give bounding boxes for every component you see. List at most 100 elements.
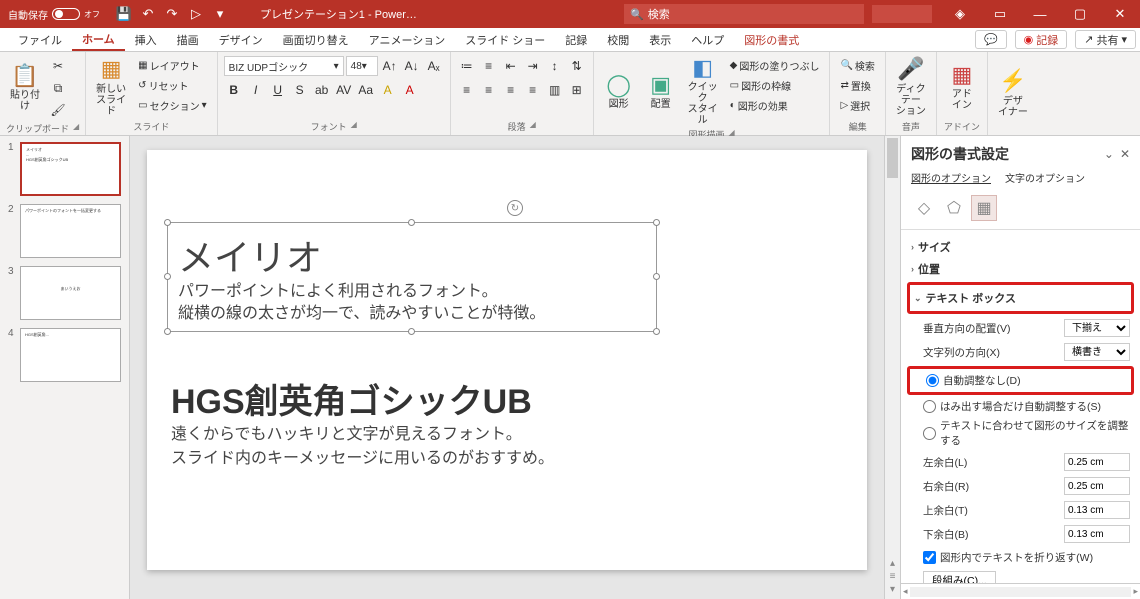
- share-button[interactable]: ↗ 共有 ▾: [1075, 30, 1136, 49]
- wrap-text-checkbox[interactable]: 図形内でテキストを折り返す(W): [911, 546, 1130, 567]
- tab-record[interactable]: 記録: [555, 28, 597, 51]
- designer-button[interactable]: ⚡デザ イナー: [994, 56, 1032, 131]
- resize-handle[interactable]: [653, 273, 660, 280]
- vertical-scrollbar[interactable]: ▴≡▾: [884, 136, 900, 599]
- font-color-icon[interactable]: A: [400, 80, 420, 100]
- align-right-icon[interactable]: ≡: [501, 80, 521, 100]
- tab-view[interactable]: 表示: [639, 28, 681, 51]
- new-slide-button[interactable]: ▦新しい スライド: [92, 56, 130, 118]
- align-center-icon[interactable]: ≡: [479, 80, 499, 100]
- indent-dec-icon[interactable]: ⇤: [501, 56, 521, 76]
- section-button[interactable]: ▭ セクション ▾: [134, 96, 210, 114]
- resize-handle[interactable]: [408, 219, 415, 226]
- numbering-icon[interactable]: ≡: [479, 56, 499, 76]
- resize-handle[interactable]: [653, 219, 660, 226]
- font-size-select[interactable]: 48▾: [346, 56, 378, 76]
- autosave-toggle[interactable]: 自動保存 オフ: [8, 7, 100, 22]
- section-size[interactable]: ›サイズ: [911, 236, 1130, 258]
- resize-handle[interactable]: [164, 219, 171, 226]
- highlight-icon[interactable]: A: [378, 80, 398, 100]
- start-slideshow-icon[interactable]: ▷: [186, 4, 206, 24]
- justify-icon[interactable]: ≡: [523, 80, 543, 100]
- autofit-resize-radio[interactable]: テキストに合わせて図形のサイズを調整する: [911, 416, 1130, 450]
- underline-icon[interactable]: U: [268, 80, 288, 100]
- smartart-icon[interactable]: ⊞: [567, 80, 587, 100]
- increase-font-icon[interactable]: A↑: [380, 56, 400, 76]
- tab-review[interactable]: 校閲: [597, 28, 639, 51]
- resize-handle[interactable]: [164, 328, 171, 335]
- textbox-hgs[interactable]: HGS創英角ゴシックUB 遠くからでもハッキリと文字が見えるフォント。 スライド…: [167, 370, 667, 475]
- margin-top-input[interactable]: [1064, 501, 1130, 519]
- case-icon[interactable]: Aa: [356, 80, 376, 100]
- copy-icon[interactable]: ⧉: [48, 78, 68, 98]
- thumbnail-3[interactable]: 3 あいうえお: [8, 266, 121, 320]
- tab-shape-format[interactable]: 図形の書式: [734, 28, 809, 51]
- font-name-select[interactable]: BIZ UDPゴシック ▾: [224, 56, 344, 76]
- columns-button[interactable]: 段組み(C)...: [923, 571, 996, 583]
- shape-fill-button[interactable]: ◆ 図形の塗りつぶし: [726, 56, 824, 74]
- shape-outline-button[interactable]: ▭ 図形の枠線: [726, 76, 824, 94]
- tab-draw[interactable]: 描画: [167, 28, 209, 51]
- scroll-up-icon[interactable]: ▴: [890, 558, 895, 569]
- addins-button[interactable]: ▦アド イン: [943, 56, 981, 118]
- spacing-icon[interactable]: AV: [334, 80, 354, 100]
- dialog-launcher-icon[interactable]: ◢: [73, 122, 79, 135]
- resize-handle[interactable]: [653, 328, 660, 335]
- autofit-shrink-radio[interactable]: はみ出す場合だけ自動調整する(S): [911, 397, 1130, 416]
- pane-close-icon[interactable]: ✕: [1120, 147, 1130, 161]
- pane-tab-text[interactable]: 文字のオプション: [1005, 170, 1085, 185]
- find-button[interactable]: 🔍 検索: [836, 56, 878, 74]
- pane-hscrollbar[interactable]: ◂ ▸: [901, 583, 1140, 599]
- reset-button[interactable]: ↺ リセット: [134, 76, 210, 94]
- thumbnail-4[interactable]: 4 HGS創英角...: [8, 328, 121, 382]
- bullets-icon[interactable]: ≔: [457, 56, 477, 76]
- scroll-track[interactable]: [910, 587, 1132, 597]
- cut-icon[interactable]: ✂: [48, 56, 68, 76]
- tab-insert[interactable]: 挿入: [125, 28, 167, 51]
- align-left-icon[interactable]: ≡: [457, 80, 477, 100]
- tab-transitions[interactable]: 画面切り替え: [273, 28, 359, 51]
- section-position[interactable]: ›位置: [911, 258, 1130, 280]
- margin-left-input[interactable]: [1064, 453, 1130, 471]
- thumbnail-1[interactable]: 1 メイリオ...HGS創英角ゴシックUB: [8, 142, 121, 196]
- scroll-right-icon[interactable]: ▸: [1133, 586, 1138, 597]
- resize-handle[interactable]: [408, 328, 415, 335]
- margin-right-input[interactable]: [1064, 477, 1130, 495]
- decrease-font-icon[interactable]: A↓: [402, 56, 422, 76]
- dialog-launcher-icon[interactable]: ◢: [351, 120, 357, 133]
- shadow-icon[interactable]: ab: [312, 80, 332, 100]
- maximize-icon[interactable]: ▢: [1060, 0, 1100, 28]
- redo-icon[interactable]: ↷: [162, 4, 182, 24]
- tab-animations[interactable]: アニメーション: [359, 28, 456, 51]
- margin-bottom-input[interactable]: [1064, 525, 1130, 543]
- undo-icon[interactable]: ↶: [138, 4, 158, 24]
- strike-icon[interactable]: S: [290, 80, 310, 100]
- valign-select[interactable]: 下揃え: [1064, 319, 1130, 337]
- fill-line-icon[interactable]: ◇: [911, 195, 937, 221]
- pane-tab-shape[interactable]: 図形のオプション: [911, 170, 991, 185]
- bold-icon[interactable]: B: [224, 80, 244, 100]
- autofit-none-radio[interactable]: 自動調整なし(D): [914, 371, 1127, 390]
- premium-icon[interactable]: ◈: [940, 0, 980, 28]
- shapes-button[interactable]: ◯図形: [600, 56, 638, 126]
- line-spacing-icon[interactable]: ↕: [545, 56, 565, 76]
- tab-design[interactable]: デザイン: [209, 28, 273, 51]
- layout-button[interactable]: ▦ レイアウト: [134, 56, 210, 74]
- tab-file[interactable]: ファイル: [8, 28, 72, 51]
- format-painter-icon[interactable]: 🖌: [48, 100, 68, 120]
- scroll-down-icon[interactable]: ▾: [890, 584, 895, 595]
- quick-styles-button[interactable]: ◧クイック スタイル: [684, 56, 722, 126]
- paste-button[interactable]: 📋貼り付け: [6, 56, 44, 120]
- minimize-icon[interactable]: —: [1020, 0, 1060, 28]
- resize-handle[interactable]: [164, 273, 171, 280]
- save-icon[interactable]: 💾: [114, 4, 134, 24]
- dialog-launcher-icon[interactable]: ◢: [530, 120, 536, 133]
- italic-icon[interactable]: I: [246, 80, 266, 100]
- clear-format-icon[interactable]: Aₓ: [424, 56, 444, 76]
- scroll-thumb[interactable]: [887, 138, 898, 178]
- rotate-handle[interactable]: ↻: [507, 200, 523, 216]
- slide-canvas[interactable]: ↻ メイリオ パワーポイントによく利用されるフォント。 縦横の線の太さが均一で、…: [147, 150, 867, 570]
- close-icon[interactable]: ✕: [1100, 0, 1140, 28]
- scroll-left-icon[interactable]: ◂: [903, 586, 908, 597]
- columns-icon[interactable]: ▥: [545, 80, 565, 100]
